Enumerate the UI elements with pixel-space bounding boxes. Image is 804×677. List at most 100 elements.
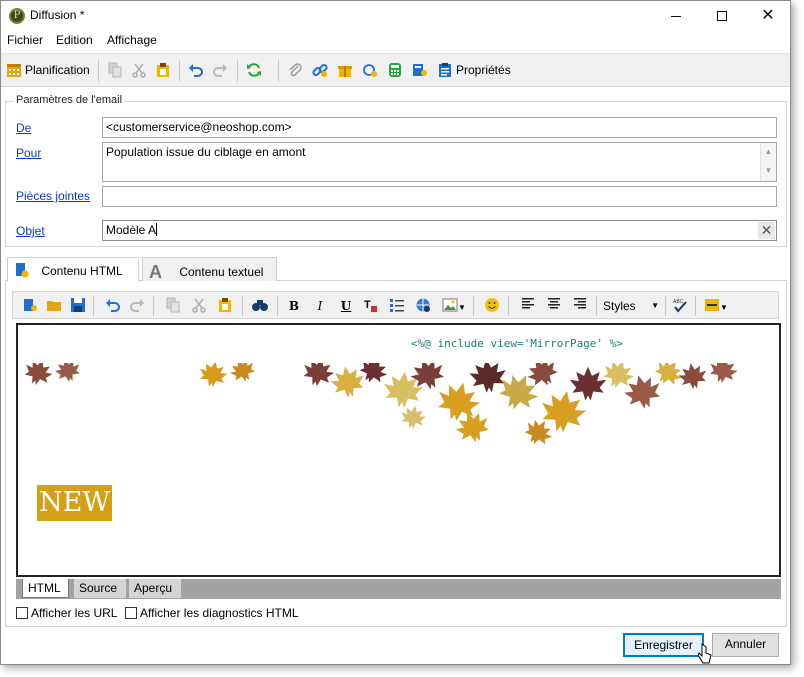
mode-html-tab[interactable]: HTML: [22, 579, 69, 598]
menu-fichier[interactable]: Fichier: [7, 33, 43, 47]
styles-label: Styles: [603, 299, 636, 313]
link-button[interactable]: [312, 62, 328, 80]
image-icon: [442, 298, 458, 312]
underline-button[interactable]: U: [337, 297, 355, 315]
spellcheck-button[interactable]: ABC: [671, 297, 689, 315]
copy-button[interactable]: [107, 62, 123, 80]
show-urls-checkbox[interactable]: Afficher les URL: [16, 606, 117, 620]
maple-leaf: [230, 363, 256, 382]
mode-apercu-tab[interactable]: Aperçu: [129, 579, 181, 598]
paperclip-icon: [289, 63, 302, 77]
proprietes-button[interactable]: Propriétés: [437, 62, 511, 80]
pieces-jointes-label[interactable]: Pièces jointes: [16, 189, 90, 203]
dropdown-arrow-icon: ▼: [720, 303, 728, 312]
editor-separator: [665, 296, 666, 316]
personalize-button[interactable]: [412, 62, 428, 80]
styles-dropdown[interactable]: Styles ▼: [601, 296, 661, 316]
editor-cut-button[interactable]: [190, 297, 208, 315]
pieces-jointes-field[interactable]: [102, 186, 777, 207]
menu-edition[interactable]: Edition: [56, 33, 93, 47]
tracking-icon: [363, 64, 377, 77]
tracking-button[interactable]: [362, 62, 378, 80]
text-color-button[interactable]: T: [362, 297, 380, 315]
refresh-button[interactable]: [246, 62, 262, 80]
maximize-button[interactable]: [699, 1, 745, 30]
maple-leaf: [199, 363, 228, 388]
maple-leaf: [303, 363, 335, 387]
editor-paste-button[interactable]: [216, 297, 234, 315]
new-document-button[interactable]: [21, 297, 39, 315]
editor-toolbar: B I U T ▼ Styles ▼ ABC ▼: [12, 291, 779, 319]
italic-button[interactable]: I: [311, 297, 329, 315]
clear-objet-button[interactable]: ✕: [758, 222, 775, 239]
calendar-icon: [7, 64, 21, 77]
align-center-button[interactable]: [545, 297, 563, 315]
redo-icon: [213, 64, 227, 77]
editor-separator: [596, 296, 597, 316]
de-label[interactable]: De: [16, 121, 31, 135]
show-diagnostics-checkbox[interactable]: Afficher les diagnostics HTML: [125, 606, 299, 620]
gift-button[interactable]: [337, 62, 353, 80]
de-field[interactable]: <customerservice@neoshop.com>: [102, 117, 777, 138]
close-icon: ✕: [761, 7, 775, 24]
redo-button[interactable]: [212, 62, 228, 80]
undo-button[interactable]: [188, 62, 204, 80]
pour-scrollbar[interactable]: ▲ ▼: [760, 143, 776, 181]
minimize-button[interactable]: [653, 1, 699, 30]
insert-image-button[interactable]: ▼: [440, 297, 468, 315]
editor-separator: [93, 296, 94, 316]
close-button[interactable]: ✕: [745, 1, 791, 30]
bullet-list-button[interactable]: [388, 297, 406, 315]
insert-link-button[interactable]: [414, 297, 432, 315]
save-file-button[interactable]: [69, 297, 87, 315]
properties-icon: [439, 63, 451, 77]
editor-separator: [153, 296, 154, 316]
checkbox-box[interactable]: [16, 607, 28, 619]
editor-undo-button[interactable]: [104, 297, 122, 315]
bullet-list-icon: [390, 299, 404, 312]
checkbox-box[interactable]: [125, 607, 137, 619]
open-folder-button[interactable]: [45, 297, 63, 315]
copy-icon: [108, 62, 122, 78]
scroll-down-icon[interactable]: ▼: [761, 166, 776, 175]
pour-label[interactable]: Pour: [16, 146, 41, 160]
cut-button[interactable]: [131, 62, 147, 80]
paste-button[interactable]: [155, 62, 171, 80]
annuler-button[interactable]: Annuler: [712, 633, 779, 657]
toolbar-separator: [278, 60, 279, 82]
svg-text:ABC: ABC: [673, 299, 684, 305]
layout-icon: [705, 299, 720, 311]
tab-contenu-textuel[interactable]: A Contenu textuel: [142, 257, 277, 282]
bold-button[interactable]: B: [285, 297, 303, 315]
planification-button[interactable]: Planification: [6, 62, 90, 80]
emoji-button[interactable]: [483, 297, 501, 315]
maple-leaf: [401, 405, 427, 429]
editor-copy-button[interactable]: [164, 297, 182, 315]
smiley-icon: [485, 298, 499, 312]
enregistrer-button[interactable]: Enregistrer: [623, 633, 704, 657]
new-badge: NEW: [37, 485, 113, 521]
maple-leaf: [709, 363, 738, 384]
undo-icon: [189, 64, 203, 77]
folder-icon: [47, 301, 61, 311]
mode-source-tab[interactable]: Source: [74, 579, 126, 598]
scroll-up-icon[interactable]: ▲: [761, 147, 776, 156]
layout-button[interactable]: ▼: [702, 297, 730, 315]
html-content-area[interactable]: <%@ include view='MirrorPage' %> NEW: [16, 323, 781, 577]
show-urls-label: Afficher les URL: [31, 606, 118, 620]
maple-leaf: [54, 363, 80, 382]
attach-button[interactable]: [287, 62, 303, 80]
objet-field[interactable]: Modèle A ✕: [102, 220, 777, 241]
dropdown-arrow-icon: ▼: [651, 301, 659, 310]
align-right-button[interactable]: [571, 297, 589, 315]
find-button[interactable]: [251, 297, 269, 315]
tab-contenu-html[interactable]: Contenu HTML: [7, 257, 139, 282]
menu-affichage[interactable]: Affichage: [107, 33, 157, 47]
objet-label[interactable]: Objet: [16, 224, 45, 238]
pour-field[interactable]: Population issue du ciblage en amont ▲ ▼: [102, 142, 777, 182]
align-left-button[interactable]: [519, 297, 537, 315]
pour-value: Population issue du ciblage en amont: [106, 145, 306, 159]
editor-redo-button[interactable]: [128, 297, 146, 315]
tab-contenu-html-label: Contenu HTML: [41, 264, 123, 278]
calculator-button[interactable]: [387, 62, 403, 80]
